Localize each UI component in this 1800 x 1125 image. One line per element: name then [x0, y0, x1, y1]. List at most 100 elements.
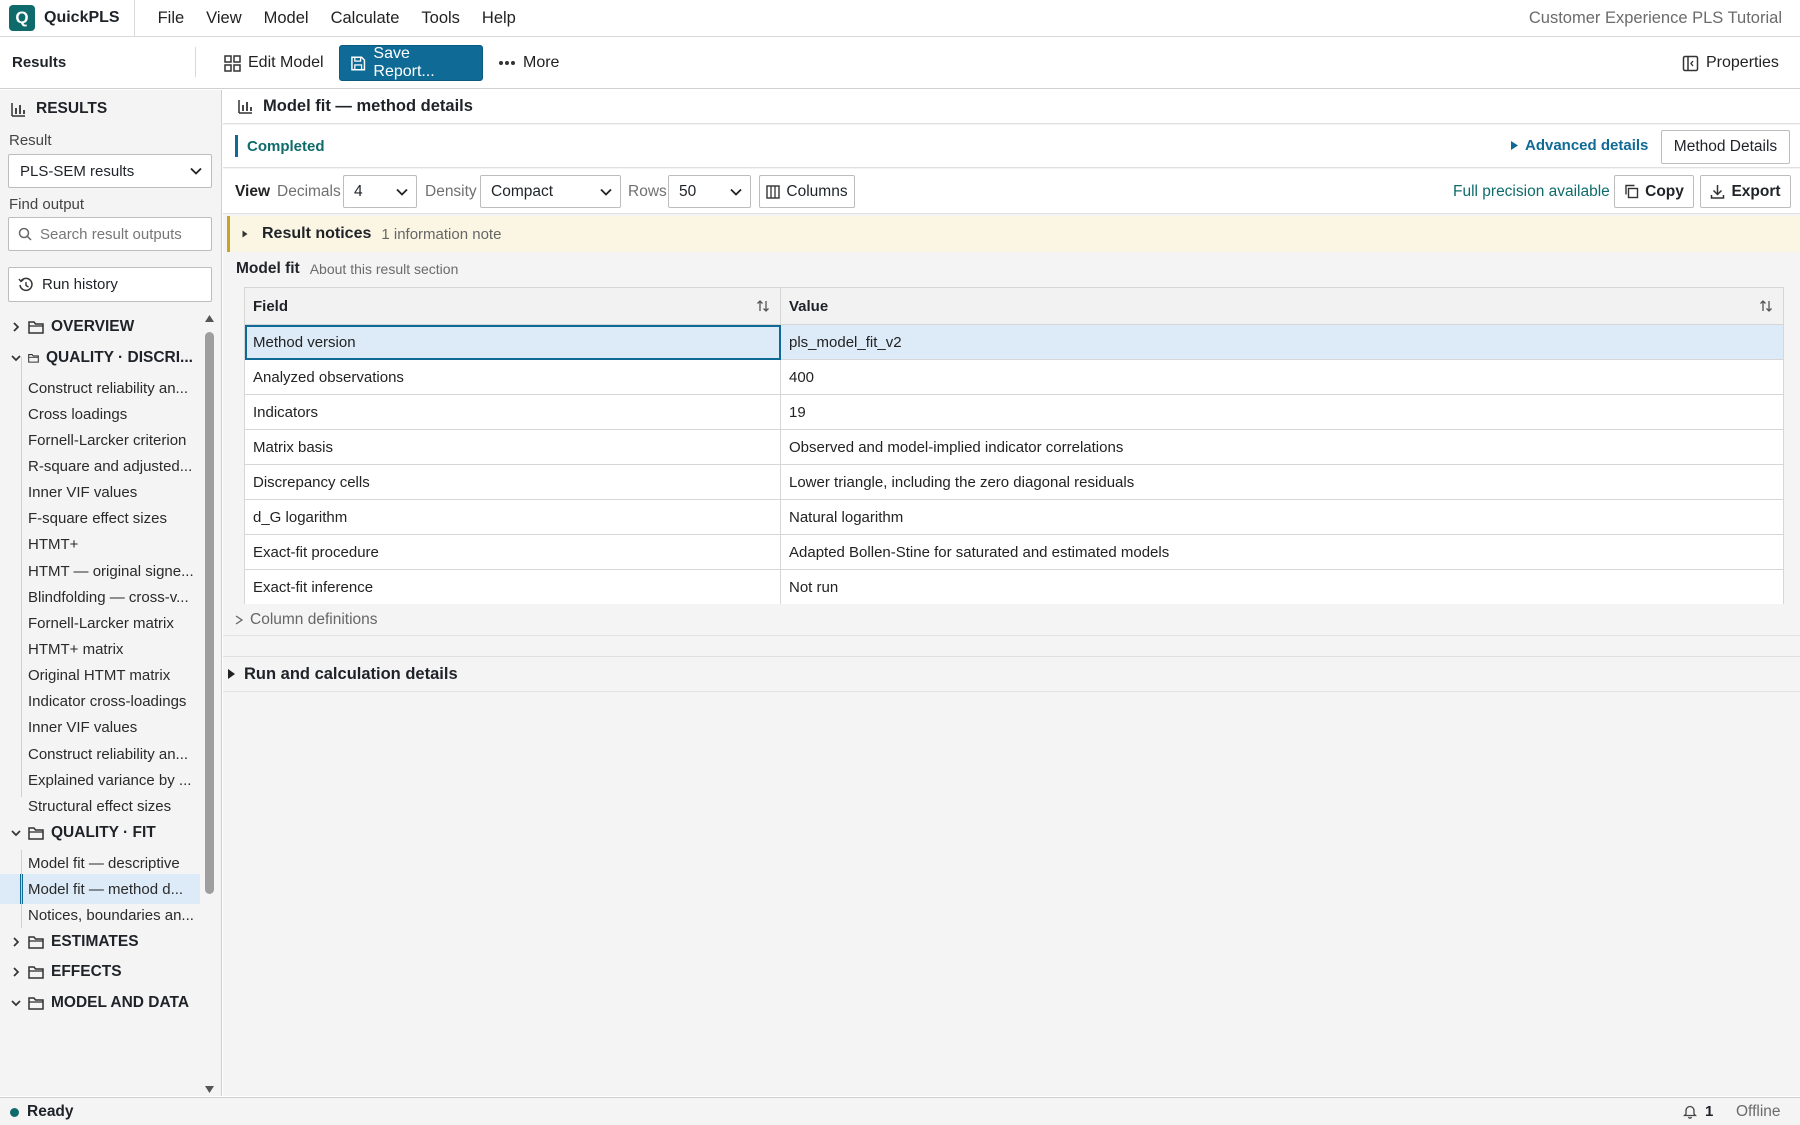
- tree-group[interactable]: QUALITY · FIT: [0, 818, 200, 848]
- chevron-right-icon[interactable]: [10, 966, 24, 978]
- menu-calculate[interactable]: Calculate: [320, 9, 411, 28]
- download-icon: [1711, 185, 1725, 199]
- value-cell[interactable]: Lower triangle, including the zero diago…: [780, 464, 1784, 500]
- table-row[interactable]: Analyzed observations 400: [244, 359, 1784, 395]
- history-icon: [18, 277, 33, 291]
- field-cell[interactable]: Exact-fit inference: [244, 569, 781, 605]
- panel-icon: [1682, 55, 1699, 71]
- tree-group-label: EFFECTS: [51, 963, 122, 980]
- sort-icon[interactable]: [756, 299, 770, 313]
- chevron-down-icon[interactable]: [10, 997, 24, 1009]
- field-cell[interactable]: Indicators: [244, 394, 781, 430]
- view-label: View: [235, 182, 271, 200]
- export-button[interactable]: Export: [1700, 175, 1791, 208]
- field-cell[interactable]: Method version: [244, 324, 781, 360]
- table-row[interactable]: Exact-fit procedure Adapted Bollen-Stine …: [244, 534, 1784, 570]
- save-report-label: Save Report...: [373, 45, 435, 80]
- table-row[interactable]: Matrix basis Observed and model-implied i…: [244, 429, 1784, 465]
- main-panel: Model fit — method details Completed Adv…: [223, 90, 1800, 1096]
- value-cell[interactable]: 400: [780, 359, 1784, 395]
- rows-select[interactable]: 50: [668, 175, 751, 208]
- advanced-details-toggle[interactable]: Advanced details: [1510, 137, 1648, 154]
- scroll-down-icon[interactable]: [204, 1085, 215, 1094]
- triangle-right-icon: [1511, 141, 1518, 150]
- scroll-up-icon[interactable]: [204, 314, 215, 323]
- result-select[interactable]: PLS-SEM results: [8, 154, 212, 188]
- more-button[interactable]: More: [488, 45, 569, 81]
- chevron-right-icon[interactable]: [10, 321, 24, 333]
- columns-button[interactable]: Columns: [759, 175, 855, 208]
- properties-label: Properties: [1706, 54, 1779, 71]
- table-row[interactable]: d_G logarithm Natural logarithm: [244, 499, 1784, 535]
- method-details-button[interactable]: Method Details: [1661, 130, 1790, 164]
- notification-count: 1: [1705, 1103, 1714, 1120]
- run-history-button[interactable]: Run history: [8, 267, 212, 302]
- field-cell[interactable]: Discrepancy cells: [244, 464, 781, 500]
- density-select[interactable]: Compact: [480, 175, 621, 208]
- tree-group[interactable]: MODEL AND DATA: [0, 988, 200, 1018]
- model-fit-table: Field Value Method version pls_model_fit_…: [244, 287, 1784, 605]
- menu-view[interactable]: View: [195, 9, 252, 28]
- result-notices[interactable]: Result notices 1 information note: [227, 216, 1800, 252]
- run-details-toggle[interactable]: Run and calculation details: [223, 657, 1800, 692]
- view-controls: View Decimals 4 Density Compact Rows 50 …: [223, 169, 1800, 214]
- chevron-down-icon[interactable]: [10, 827, 24, 839]
- notifications-button[interactable]: 1: [1683, 1103, 1713, 1120]
- edit-model-button[interactable]: Edit Model: [214, 45, 334, 81]
- decimals-select[interactable]: 4: [343, 175, 417, 208]
- table-row[interactable]: Indicators 19: [244, 394, 1784, 430]
- rows-value: 50: [679, 182, 697, 200]
- value-cell[interactable]: Not run: [780, 569, 1784, 605]
- chevron-down-icon: [730, 188, 742, 196]
- field-cell[interactable]: d_G logarithm: [244, 499, 781, 535]
- chevron-right-icon[interactable]: [10, 936, 24, 948]
- tree-group[interactable]: EFFECTS: [0, 957, 200, 987]
- density-value: Compact: [491, 182, 554, 200]
- column-header-value[interactable]: Value: [780, 287, 1784, 325]
- bar-chart-icon: [238, 100, 252, 114]
- tree-group[interactable]: ESTIMATES: [0, 927, 200, 957]
- value-cell[interactable]: Natural logarithm: [780, 499, 1784, 535]
- column-header-label: Value: [789, 297, 829, 315]
- table-row[interactable]: Method version pls_model_fit_v2: [244, 324, 1784, 360]
- column-header-field[interactable]: Field: [244, 287, 781, 325]
- value-cell[interactable]: pls_model_fit_v2: [780, 324, 1784, 360]
- section-about-link[interactable]: About this result section: [310, 261, 459, 277]
- table-row[interactable]: Discrepancy cells Lower triangle, includi…: [244, 464, 1784, 500]
- run-history-label: Run history: [42, 276, 118, 293]
- tree-group[interactable]: QUALITY · DISCRI...: [0, 343, 200, 373]
- value-cell[interactable]: Observed and model-implied indicator cor…: [780, 429, 1784, 465]
- table-row[interactable]: Exact-fit inference Not run: [244, 569, 1784, 605]
- tree-group[interactable]: OVERVIEW: [0, 312, 200, 342]
- field-cell[interactable]: Analyzed observations: [244, 359, 781, 395]
- search-input[interactable]: [40, 225, 210, 243]
- menu-file[interactable]: File: [147, 9, 196, 28]
- menu-tools[interactable]: Tools: [410, 9, 471, 28]
- value-cell[interactable]: Adapted Bollen-Stine for saturated and e…: [780, 534, 1784, 570]
- precision-note: Full precision available: [1453, 182, 1610, 200]
- export-label: Export: [1731, 182, 1781, 200]
- folder-icon: [28, 826, 44, 840]
- tree-leaf-label: F-square effect sizes: [28, 510, 167, 528]
- copy-button[interactable]: Copy: [1614, 175, 1694, 208]
- field-cell[interactable]: Exact-fit procedure: [244, 534, 781, 570]
- find-output-label: Find output: [9, 196, 85, 213]
- properties-button[interactable]: Properties: [1672, 45, 1789, 81]
- tree-group-label: QUALITY · FIT: [51, 823, 156, 841]
- value-cell[interactable]: 19: [780, 394, 1784, 430]
- search-field[interactable]: [8, 217, 212, 251]
- grid-icon: [224, 54, 241, 72]
- sidebar-scrollbar[interactable]: [202, 312, 216, 1096]
- save-report-button[interactable]: Save Report...: [339, 45, 483, 81]
- menu-model[interactable]: Model: [253, 9, 320, 28]
- copy-label: Copy: [1645, 182, 1684, 200]
- column-definitions-toggle[interactable]: Column definitions: [223, 604, 1800, 636]
- scrollbar-thumb[interactable]: [205, 332, 214, 894]
- save-icon: [351, 56, 366, 70]
- field-cell[interactable]: Matrix basis: [244, 429, 781, 465]
- results-sidebar: RESULTS Result PLS-SEM results Find outp…: [0, 90, 222, 1096]
- menu-help[interactable]: Help: [471, 9, 527, 28]
- folder-icon: [28, 965, 44, 979]
- ready-status: Ready: [10, 1103, 74, 1121]
- sort-icon[interactable]: [1759, 299, 1773, 313]
